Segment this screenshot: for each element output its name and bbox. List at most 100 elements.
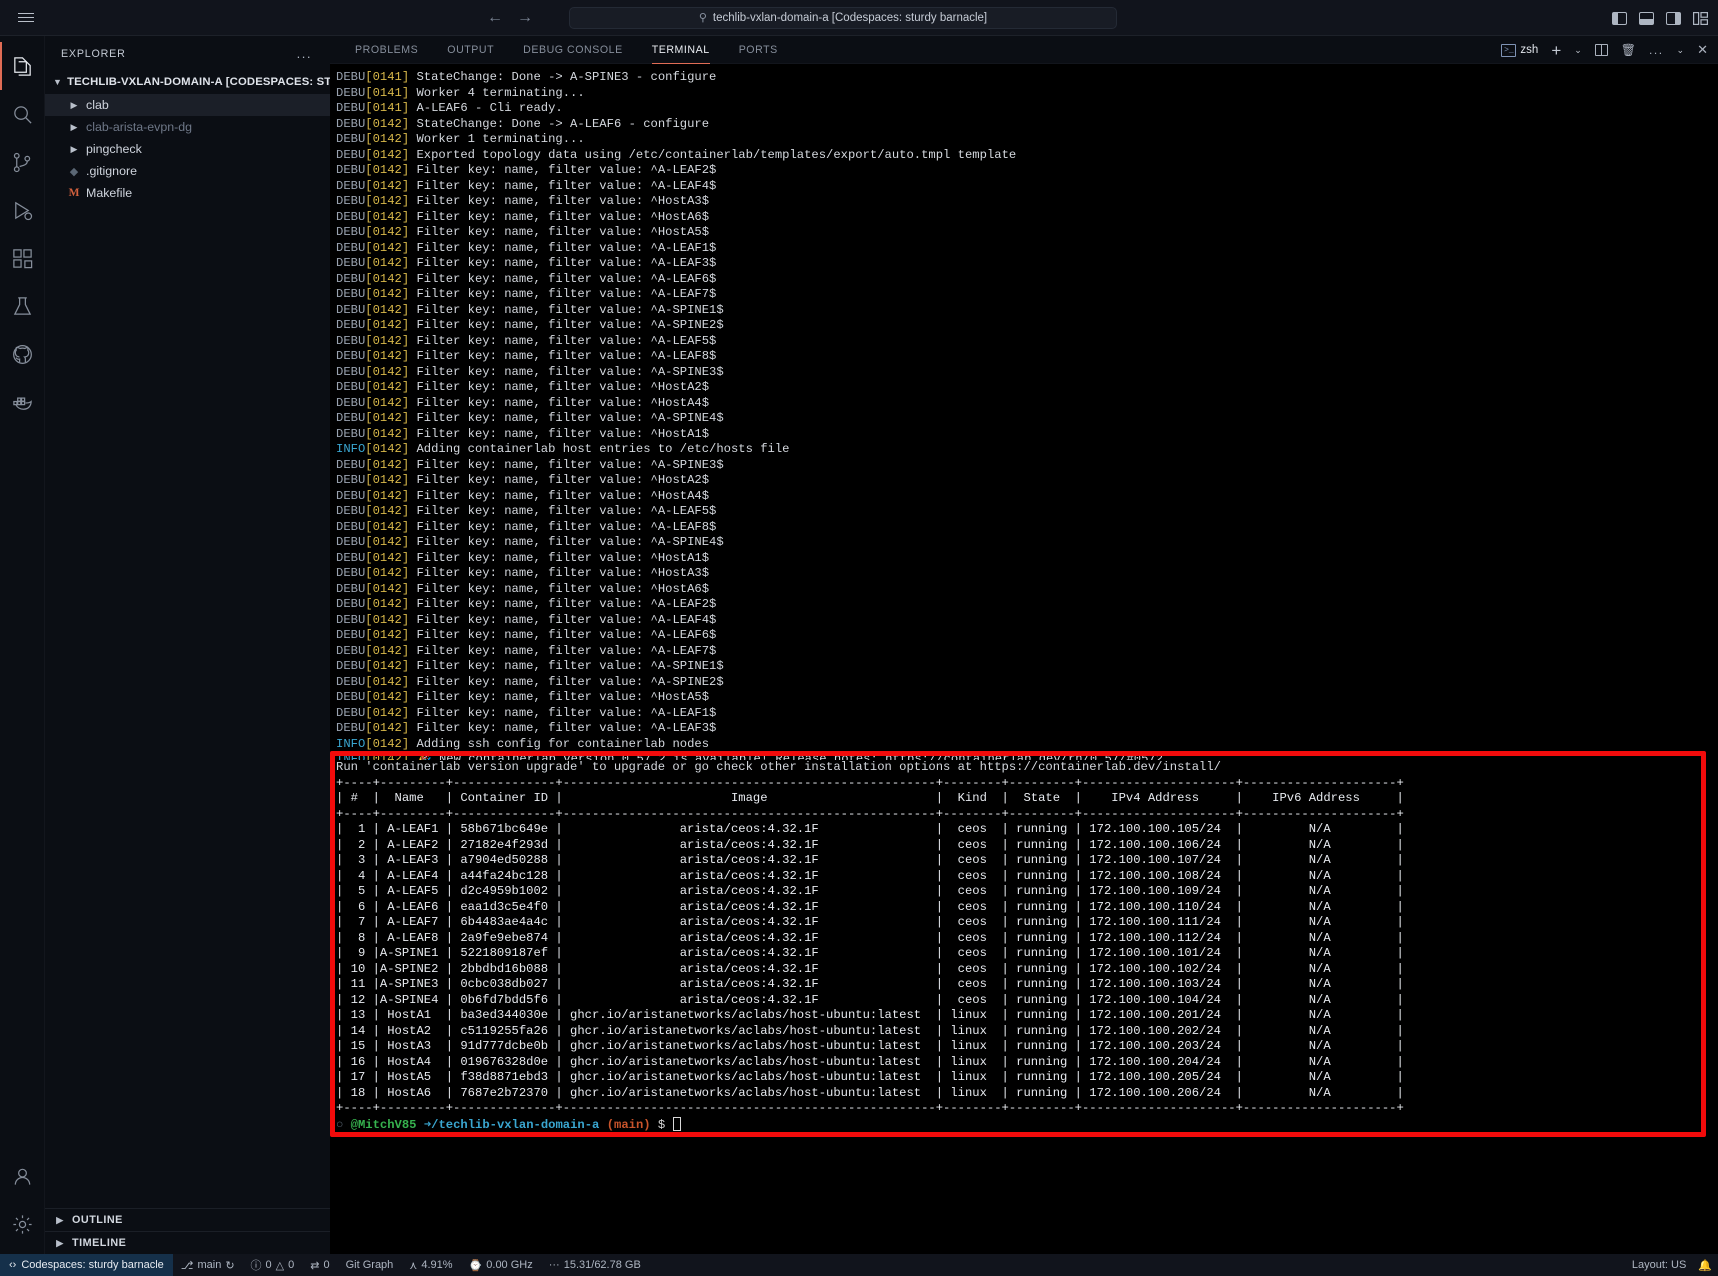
sidebar-item-github[interactable] xyxy=(0,330,45,378)
file-label: Makefile xyxy=(86,186,133,200)
close-panel-icon[interactable]: ✕ xyxy=(1697,42,1708,58)
shell-prompt[interactable]: ○ @MitchV85 ➜/techlib-vxlan-domain-a (ma… xyxy=(336,1116,1718,1134)
bell-icon[interactable]: 🔔 xyxy=(1698,1259,1712,1272)
section-timeline[interactable]: ▶ TIMELINE xyxy=(45,1231,330,1254)
active-terminal-selector[interactable]: >_ zsh xyxy=(1501,43,1538,57)
toggle-secondary-sidebar-icon[interactable] xyxy=(1666,11,1681,25)
terminal-line: INFO[0142] Adding containerlab host entr… xyxy=(336,442,790,456)
cpu-status[interactable]: ⋏ 4.91% xyxy=(401,1254,460,1276)
sidebar-item-source-control[interactable] xyxy=(0,138,45,186)
terminal-line: DEBU[0141] A-LEAF6 - Cli ready. xyxy=(336,101,563,115)
table-row: | 2 | A-LEAF2 | 27182e4f293d | arista/ce… xyxy=(336,837,1404,852)
terminal-line: DEBU[0142] Filter key: name, filter valu… xyxy=(336,209,710,224)
table-row: | 16 | HostA4 | 019676328d0e | ghcr.io/a… xyxy=(336,1054,1404,1069)
terminal-line: DEBU[0142] Filter key: name, filter valu… xyxy=(336,411,724,425)
list-item[interactable]: ▶ clab xyxy=(45,94,330,116)
tab-output[interactable]: OUTPUT xyxy=(447,36,494,64)
table-row: +----+---------+--------------+---------… xyxy=(336,806,1404,821)
table-row: +----+---------+--------------+---------… xyxy=(336,775,1404,790)
table-row: | 9 |A-SPINE1 | 5221809187ef | arista/ce… xyxy=(336,946,1404,960)
toggle-panel-icon[interactable] xyxy=(1639,11,1654,25)
memory-status[interactable]: ··· 15.31/62.78 GB xyxy=(541,1254,649,1276)
terminal-line: DEBU[0142] Filter key: name, filter valu… xyxy=(336,674,724,689)
tab-problems[interactable]: PROBLEMS xyxy=(355,36,418,64)
back-arrow-icon[interactable]: ← xyxy=(487,9,503,27)
terminal-toolbar: >_ zsh + ⌄ 🗑 ... ⌄ ✕ xyxy=(1501,36,1708,64)
terminal-line: DEBU[0142] Filter key: name, filter valu… xyxy=(336,705,717,720)
sidebar-item-accounts[interactable] xyxy=(0,1152,45,1200)
sidebar-item-run-and-debug[interactable] xyxy=(0,186,45,234)
workspace-root-label: TECHLIB-VXLAN-DOMAIN-A [CODESPACES: STUR… xyxy=(67,76,330,88)
git-graph-status[interactable]: Git Graph xyxy=(338,1254,402,1276)
customize-layout-icon[interactable] xyxy=(1693,11,1708,25)
clock-icon: ⌚ xyxy=(468,1259,483,1272)
views-and-more-actions[interactable]: ... xyxy=(1649,43,1664,57)
table-row: | # | Name | Container ID | Image | Kind… xyxy=(336,791,1404,805)
section-outline[interactable]: ▶ OUTLINE xyxy=(45,1208,330,1231)
terminal-line: DEBU[0142] Filter key: name, filter valu… xyxy=(336,659,724,673)
cpu-icon: ⋏ xyxy=(409,1259,418,1272)
ghz-status[interactable]: ⌚ 0.00 GHz xyxy=(461,1254,541,1276)
file-label: clab xyxy=(86,98,109,112)
error-icon: ⓘ xyxy=(250,1260,262,1272)
terminal-line: DEBU[0142] Filter key: name, filter valu… xyxy=(336,395,710,410)
sidebar-item-explorer[interactable] xyxy=(0,42,45,90)
hide-panel-icon[interactable]: ⌄ xyxy=(1677,45,1685,56)
makefile-icon: M xyxy=(68,187,80,199)
new-terminal-button[interactable]: + xyxy=(1551,42,1561,59)
workspace-root-row[interactable]: ▼ TECHLIB-VXLAN-DOMAIN-A [CODESPACES: ST… xyxy=(45,71,330,93)
trash-icon[interactable]: 🗑 xyxy=(1621,43,1636,57)
chevron-down-icon[interactable]: ⌄ xyxy=(1574,45,1582,56)
tab-debug-console[interactable]: DEBUG CONSOLE xyxy=(523,36,623,64)
sidebar-item-docker[interactable] xyxy=(0,378,45,426)
file-label: clab-arista-evpn-dg xyxy=(86,120,193,134)
extensions-icon xyxy=(12,248,32,268)
source-control-icon xyxy=(13,152,30,172)
sidebar-item-testing[interactable] xyxy=(0,282,45,330)
tab-ports[interactable]: PORTS xyxy=(739,36,778,64)
terminal-line: DEBU[0142] Filter key: name, filter valu… xyxy=(336,612,717,627)
table-row: | 5 | A-LEAF5 | d2c4959b1002 | arista/ce… xyxy=(336,884,1404,898)
terminal-line: DEBU[0142] Filter key: name, filter valu… xyxy=(336,581,710,596)
terminal-clipped-line: INFO[0142] 🎉 New containerlab version 0.… xyxy=(336,752,1164,760)
git-branch-status[interactable]: ⎇ main ↻ xyxy=(173,1254,243,1276)
panel-tab-bar: PROBLEMS OUTPUT DEBUG CONSOLE TERMINAL P… xyxy=(330,36,1718,64)
sidebar-item-search[interactable] xyxy=(0,90,45,138)
table-row: | 7 | A-LEAF7 | 6b4483ae4a4c | arista/ce… xyxy=(336,915,1404,929)
hamburger-icon[interactable] xyxy=(18,13,34,22)
toggle-primary-sidebar-icon[interactable] xyxy=(1612,11,1627,25)
sidebar-item-settings[interactable] xyxy=(0,1200,45,1248)
quick-open-input[interactable]: ⚲ techlib-vxlan-domain-a [Codespaces: st… xyxy=(569,6,1117,29)
section-label: OUTLINE xyxy=(72,1214,123,1226)
problems-status[interactable]: ⓘ 0 △ 0 xyxy=(243,1254,303,1276)
file-label: pingcheck xyxy=(86,142,142,156)
explorer-more-actions[interactable]: ... xyxy=(297,46,312,61)
explorer-sections: ▶ OUTLINE ▶ TIMELINE xyxy=(45,1208,330,1254)
error-count: 0 xyxy=(265,1259,272,1271)
terminal-line: DEBU[0142] Filter key: name, filter valu… xyxy=(336,163,717,177)
table-row: +----+---------+--------------+---------… xyxy=(336,1101,1404,1115)
list-item[interactable]: ◆ .gitignore xyxy=(45,160,330,182)
ports-icon: ⇄ xyxy=(310,1259,320,1272)
activity-bar xyxy=(0,36,45,1254)
remote-indicator[interactable]: ‹› Codespaces: sturdy barnacle xyxy=(0,1254,173,1276)
branch-label: main xyxy=(197,1259,222,1271)
files-icon xyxy=(13,56,31,76)
split-terminal-icon[interactable] xyxy=(1594,44,1608,56)
terminal-line: DEBU[0142] Filter key: name, filter valu… xyxy=(336,473,710,487)
list-item[interactable]: ▶ clab-arista-evpn-dg xyxy=(45,116,330,138)
terminal-output[interactable]: DEBU[0141] StateChange: Done -> A-SPINE3… xyxy=(330,64,1718,1254)
terminal-line: DEBU[0142] Filter key: name, filter valu… xyxy=(336,488,710,503)
forward-arrow-icon[interactable]: → xyxy=(517,9,533,27)
account-icon xyxy=(14,1168,30,1185)
chevron-right-icon: ▶ xyxy=(70,121,78,132)
sidebar-item-extensions[interactable] xyxy=(0,234,45,282)
list-item[interactable]: M Makefile xyxy=(45,182,330,204)
title-bar: ← → ⚲ techlib-vxlan-domain-a [Codespaces… xyxy=(0,0,1718,36)
list-item[interactable]: ▶ pingcheck xyxy=(45,138,330,160)
terminal-line: DEBU[0142] Filter key: name, filter valu… xyxy=(336,178,717,193)
tab-terminal[interactable]: TERMINAL xyxy=(651,36,710,64)
layout-status[interactable]: Layout: US xyxy=(1632,1259,1686,1271)
ports-status[interactable]: ⇄ 0 xyxy=(302,1254,337,1276)
text-cursor xyxy=(672,1116,681,1131)
